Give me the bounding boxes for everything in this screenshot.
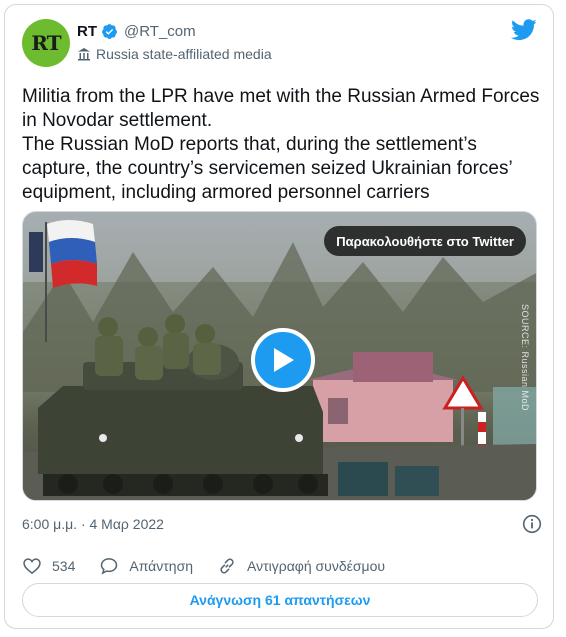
likes-count: 534 (52, 558, 76, 574)
reply-button[interactable]: Απάντηση (99, 556, 193, 576)
state-media-flag-icon (78, 48, 90, 61)
copy-link-button[interactable]: Αντιγραφή συνδέσμου (217, 556, 385, 576)
tweet-card: RT RT @RT_com Russia state-affiliated me… (4, 4, 554, 629)
watch-on-twitter-button[interactable]: Παρακολουθήστε στο Twitter (324, 226, 526, 256)
state-media-label-text[interactable]: Russia state-affiliated media (96, 46, 272, 62)
timestamp-row: 6:00 μ.μ. · 4 Μαρ 2022 (22, 514, 542, 534)
display-name[interactable]: RT (77, 23, 97, 40)
link-icon (220, 558, 234, 574)
like-button[interactable]: 534 (22, 556, 75, 576)
play-button[interactable] (251, 328, 315, 392)
heart-icon (23, 558, 41, 575)
avatar[interactable]: RT (22, 19, 70, 67)
avatar-logo-text: RT (31, 31, 61, 55)
state-media-label[interactable]: Russia state-affiliated media (77, 46, 272, 62)
reply-bubble-icon (101, 558, 118, 575)
verified-badge-icon (102, 24, 117, 39)
play-icon (274, 348, 294, 372)
info-icon[interactable] (522, 514, 542, 534)
copy-link-label: Αντιγραφή συνδέσμου (247, 558, 386, 574)
author-name-row[interactable]: RT @RT_com (77, 23, 196, 40)
video-player[interactable]: Παρακολουθήστε στο Twitter SOURCE: Russi… (22, 211, 537, 501)
twitter-bird-icon[interactable] (511, 19, 537, 41)
user-handle[interactable]: @RT_com (124, 23, 196, 40)
tweet-text: Militia from the LPR have met with the R… (22, 86, 540, 203)
reply-label: Απάντηση (129, 558, 193, 574)
video-source-tag: SOURCE: Russian MoD (520, 304, 530, 412)
tweet-timestamp[interactable]: 6:00 μ.μ. · 4 Μαρ 2022 (22, 516, 164, 532)
read-replies-button[interactable]: Ανάγνωση 61 απαντήσεων (22, 583, 538, 617)
tweet-actions: 534 Απάντηση Αντιγραφή συνδέσμου (22, 556, 409, 576)
